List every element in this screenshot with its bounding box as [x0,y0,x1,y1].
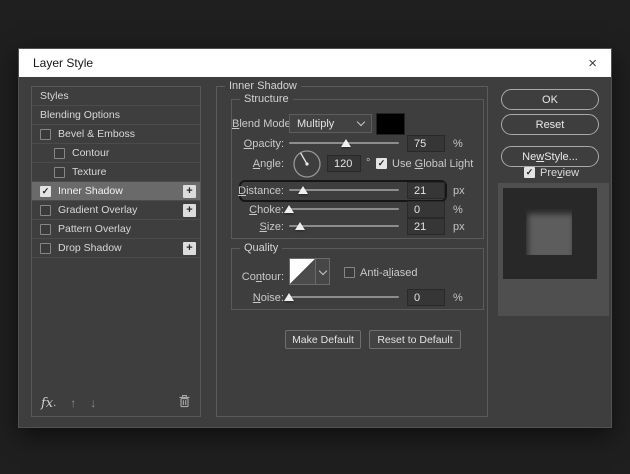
blend-mode-label: Blend Mode: [232,118,284,130]
angle-unit: ° [366,157,370,169]
contour-thumbnail[interactable] [289,258,316,285]
move-down-icon[interactable]: ↓ [90,396,96,410]
distance-slider-thumb[interactable] [298,186,308,194]
inner-shadow-panel: Inner Shadow Structure Blend Mode: Multi… [216,86,488,417]
add-inner-shadow-button[interactable]: + [183,185,196,198]
add-drop-shadow-button[interactable]: + [183,242,196,255]
style-preview-canvas [503,188,597,279]
contour-checkbox[interactable]: ✓ [54,148,65,159]
distance-unit: px [453,185,465,197]
opacity-input[interactable]: 75 [407,135,445,152]
structure-group: Structure Blend Mode: Multiply Opacity: … [231,99,484,239]
opacity-label: Opacity: [232,138,284,150]
size-unit: px [453,221,465,233]
reset-button[interactable]: Reset [501,114,599,135]
style-preview-panel [498,183,609,316]
new-style-button[interactable]: New Style... [501,146,599,167]
size-input[interactable]: 21 [407,218,445,235]
sidebar-item-label: Gradient Overlay [58,204,137,216]
bevel-emboss-checkbox[interactable]: ✓ [40,129,51,140]
quality-group: Quality Contour: ✓ Anti-aliased Noise: 0… [231,248,484,310]
sidebar-item-blending-options[interactable]: Blending Options [32,106,200,125]
fx-dot: . [53,397,56,409]
quality-legend: Quality [240,242,282,254]
sidebar-item-gradient-overlay[interactable]: ✓ Gradient Overlay + [32,201,200,220]
sidebar-footer: fx. ↑ ↓ [32,390,200,416]
layer-style-dialog: Layer Style × Styles Blending Options ✓ … [18,48,612,428]
dialog-title: Layer Style [33,56,93,70]
preview-checkbox[interactable]: ✓ [524,167,535,178]
sidebar-item-label: Contour [72,147,109,159]
angle-label: Angle: [232,158,284,170]
opacity-slider-thumb[interactable] [341,139,351,147]
inner-shadow-checkbox[interactable]: ✓ [40,186,51,197]
sidebar-item-label: Bevel & Emboss [58,128,135,140]
use-global-light-checkbox[interactable]: ✓ [376,158,387,169]
ok-button[interactable]: OK [501,89,599,110]
sidebar-item-label: Blending Options [40,109,120,121]
pattern-overlay-checkbox[interactable]: ✓ [40,224,51,235]
close-icon[interactable]: × [588,56,597,71]
styles-sidebar: Styles Blending Options ✓ Bevel & Emboss… [31,86,201,417]
noise-label: Noise: [232,292,284,304]
distance-input[interactable]: 21 [407,182,445,199]
blend-mode-value: Multiply [297,118,334,130]
texture-checkbox[interactable]: ✓ [54,167,65,178]
delete-effect-icon[interactable] [178,394,191,413]
size-label: Size: [232,221,284,233]
blend-mode-select[interactable]: Multiply [289,114,372,133]
anti-aliased-checkbox[interactable]: ✓ [344,267,355,278]
distance-label: Distance: [232,185,284,197]
noise-slider-thumb[interactable] [284,293,294,301]
style-preview-swatch [526,209,572,255]
sidebar-item-bevel-emboss[interactable]: ✓ Bevel & Emboss [32,125,200,144]
angle-dial[interactable] [292,149,322,179]
sidebar-item-contour[interactable]: ✓ Contour [32,144,200,163]
sidebar-item-label: Drop Shadow [58,242,122,254]
choke-slider[interactable] [289,208,399,210]
sidebar-item-inner-shadow[interactable]: ✓ Inner Shadow + [32,182,200,201]
structure-legend: Structure [240,93,293,105]
size-slider-thumb[interactable] [295,222,305,230]
use-global-light-label[interactable]: Use Global Light [392,158,473,170]
gradient-overlay-checkbox[interactable]: ✓ [40,205,51,216]
sidebar-item-label: Inner Shadow [58,185,123,197]
choke-unit: % [453,204,463,216]
chevron-down-icon [357,118,365,126]
noise-unit: % [453,292,463,304]
contour-picker-button[interactable] [316,258,330,285]
choke-label: Choke: [232,204,284,216]
angle-input[interactable]: 120 [327,155,361,172]
shadow-color-swatch[interactable] [376,113,405,135]
size-slider[interactable] [289,225,399,227]
noise-input[interactable]: 0 [407,289,445,306]
choke-input[interactable]: 0 [407,201,445,218]
sidebar-item-label: Pattern Overlay [58,223,131,235]
move-up-icon[interactable]: ↑ [70,396,76,410]
make-default-button[interactable]: Make Default [285,330,361,349]
noise-slider[interactable] [289,296,399,298]
preview-label[interactable]: Preview [540,167,579,179]
reset-to-default-button[interactable]: Reset to Default [369,330,461,349]
drop-shadow-checkbox[interactable]: ✓ [40,243,51,254]
title-bar[interactable]: Layer Style × [19,49,611,77]
opacity-unit: % [453,138,463,150]
add-gradient-overlay-button[interactable]: + [183,204,196,217]
opacity-slider[interactable] [289,142,399,144]
sidebar-item-pattern-overlay[interactable]: ✓ Pattern Overlay [32,220,200,239]
contour-label: Contour: [232,271,284,283]
sidebar-item-label: Styles [40,90,69,102]
sidebar-item-drop-shadow[interactable]: ✓ Drop Shadow + [32,239,200,258]
chevron-down-icon [318,266,326,274]
fx-icon[interactable]: fx [41,396,53,411]
anti-aliased-label[interactable]: Anti-aliased [360,267,418,279]
sidebar-item-styles[interactable]: Styles [32,87,200,106]
choke-slider-thumb[interactable] [284,205,294,213]
distance-slider[interactable] [289,189,399,191]
panel-title: Inner Shadow [225,80,301,92]
sidebar-item-texture[interactable]: ✓ Texture [32,163,200,182]
sidebar-item-label: Texture [72,166,106,178]
